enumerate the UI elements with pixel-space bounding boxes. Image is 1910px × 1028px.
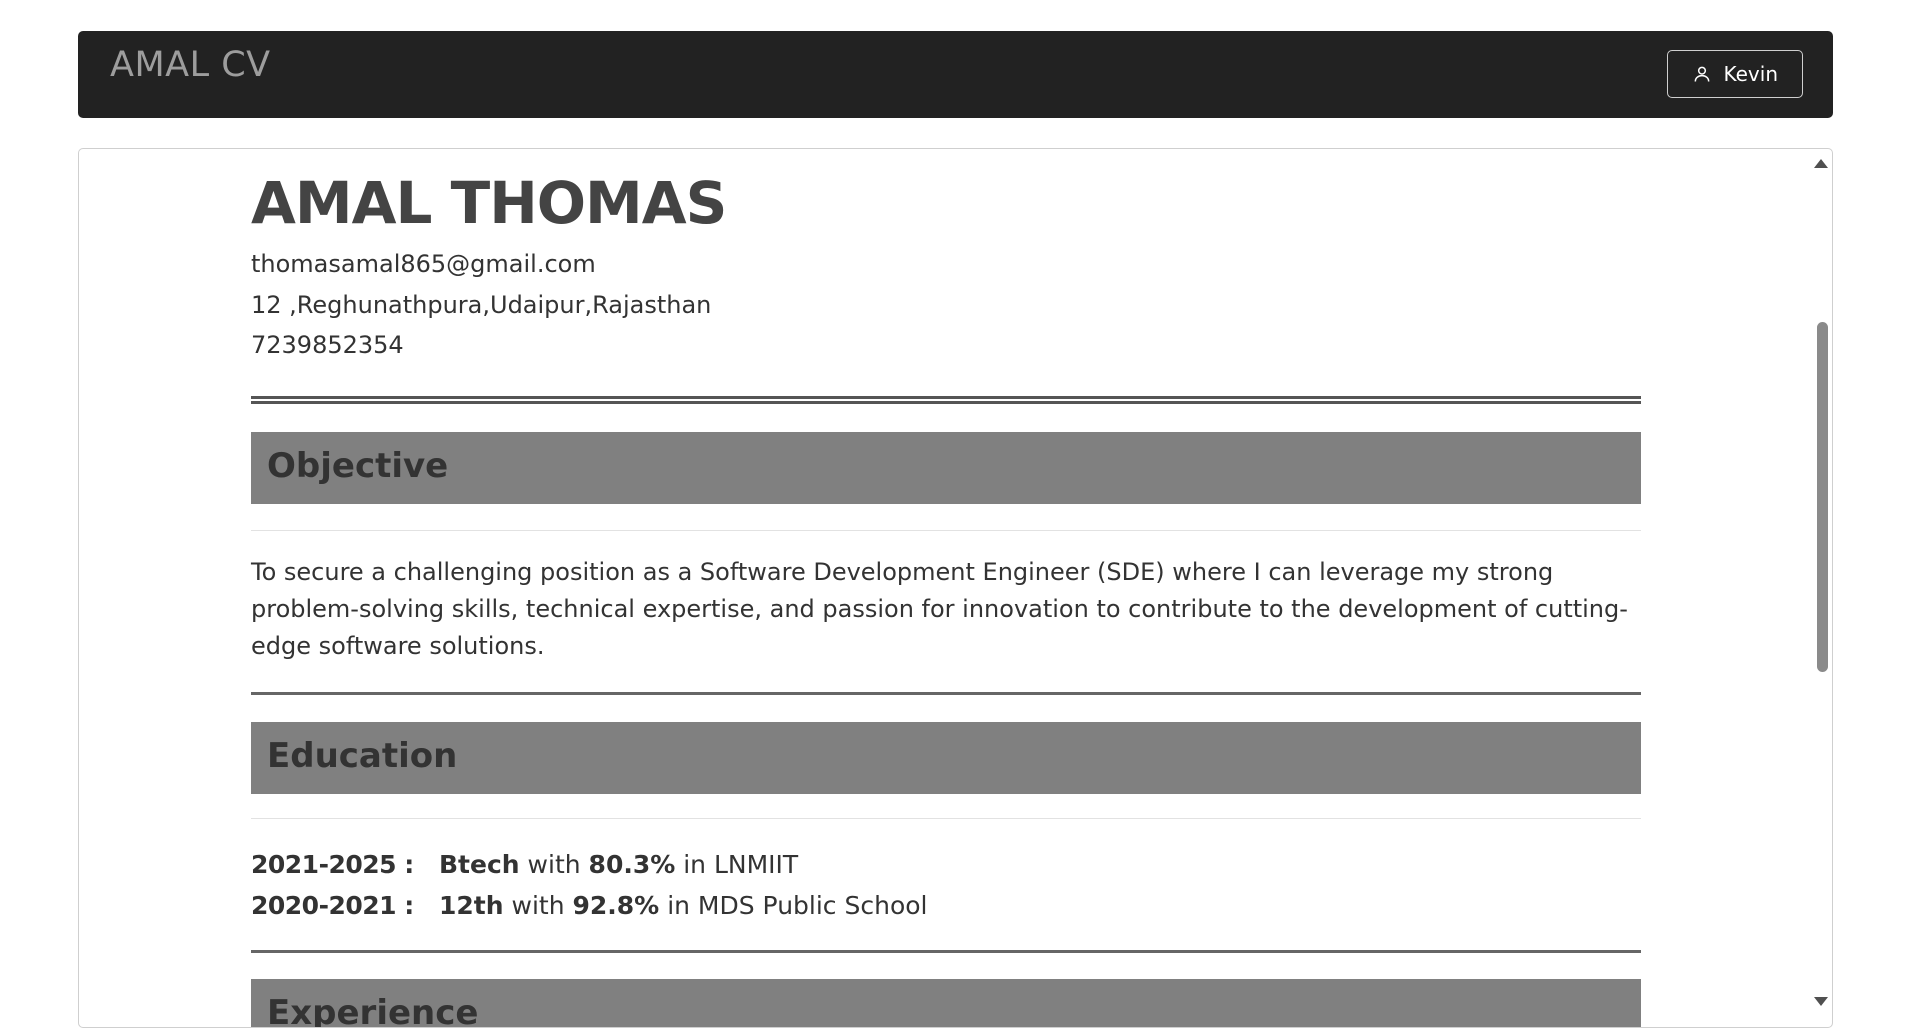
cv-phone: 7239852354 [251, 331, 404, 359]
education-years: 2021-2025 : [251, 850, 414, 879]
objective-divider [251, 692, 1641, 695]
education-heading: Education [267, 736, 458, 776]
education-institution: in LNMIIT [683, 850, 799, 879]
education-heading-bar: Education [251, 722, 1641, 794]
education-institution: in MDS Public School [667, 891, 928, 920]
vertical-scrollbar[interactable] [1812, 149, 1832, 1027]
objective-text: To secure a challenging position as a So… [251, 558, 1628, 660]
user-icon [1694, 66, 1709, 82]
education-with: with [511, 891, 565, 920]
header-divider [251, 396, 1641, 404]
education-score: 80.3% [588, 850, 676, 879]
cv-email: thomasamal865@gmail.com [251, 250, 596, 278]
objective-thin-divider [251, 530, 1641, 531]
cv-address: 12 ,Reghunathpura,Udaipur,Rajasthan [251, 291, 712, 319]
objective-heading-bar: Objective [251, 432, 1641, 504]
scroll-up-arrow-icon[interactable] [1814, 159, 1828, 168]
education-description: Btech with 80.3% in LNMIIT [439, 850, 798, 879]
education-thin-divider [251, 818, 1641, 819]
objective-heading: Objective [267, 446, 449, 486]
scrollbar-thumb[interactable] [1817, 322, 1828, 672]
experience-heading: Experience [267, 993, 479, 1028]
cv-document-frame[interactable]: AMAL THOMAS thomasamal865@gmail.com 12 ,… [78, 148, 1833, 1028]
cv-name: AMAL THOMAS [251, 169, 727, 237]
user-button-label: Kevin [1723, 62, 1779, 86]
education-description: 12th with 92.8% in MDS Public School [439, 891, 928, 920]
education-degree: Btech [439, 850, 520, 879]
education-score: 92.8% [572, 891, 660, 920]
top-navbar: AMAL CV Kevin [78, 31, 1833, 118]
scroll-down-arrow-icon[interactable] [1814, 997, 1828, 1006]
education-degree: 12th [439, 891, 504, 920]
education-with: with [527, 850, 581, 879]
education-divider [251, 950, 1641, 953]
education-years: 2020-2021 : [251, 891, 414, 920]
experience-heading-bar: Experience [251, 979, 1641, 1028]
user-button[interactable]: Kevin [1666, 50, 1803, 98]
brand-title[interactable]: AMAL CV [110, 45, 271, 85]
